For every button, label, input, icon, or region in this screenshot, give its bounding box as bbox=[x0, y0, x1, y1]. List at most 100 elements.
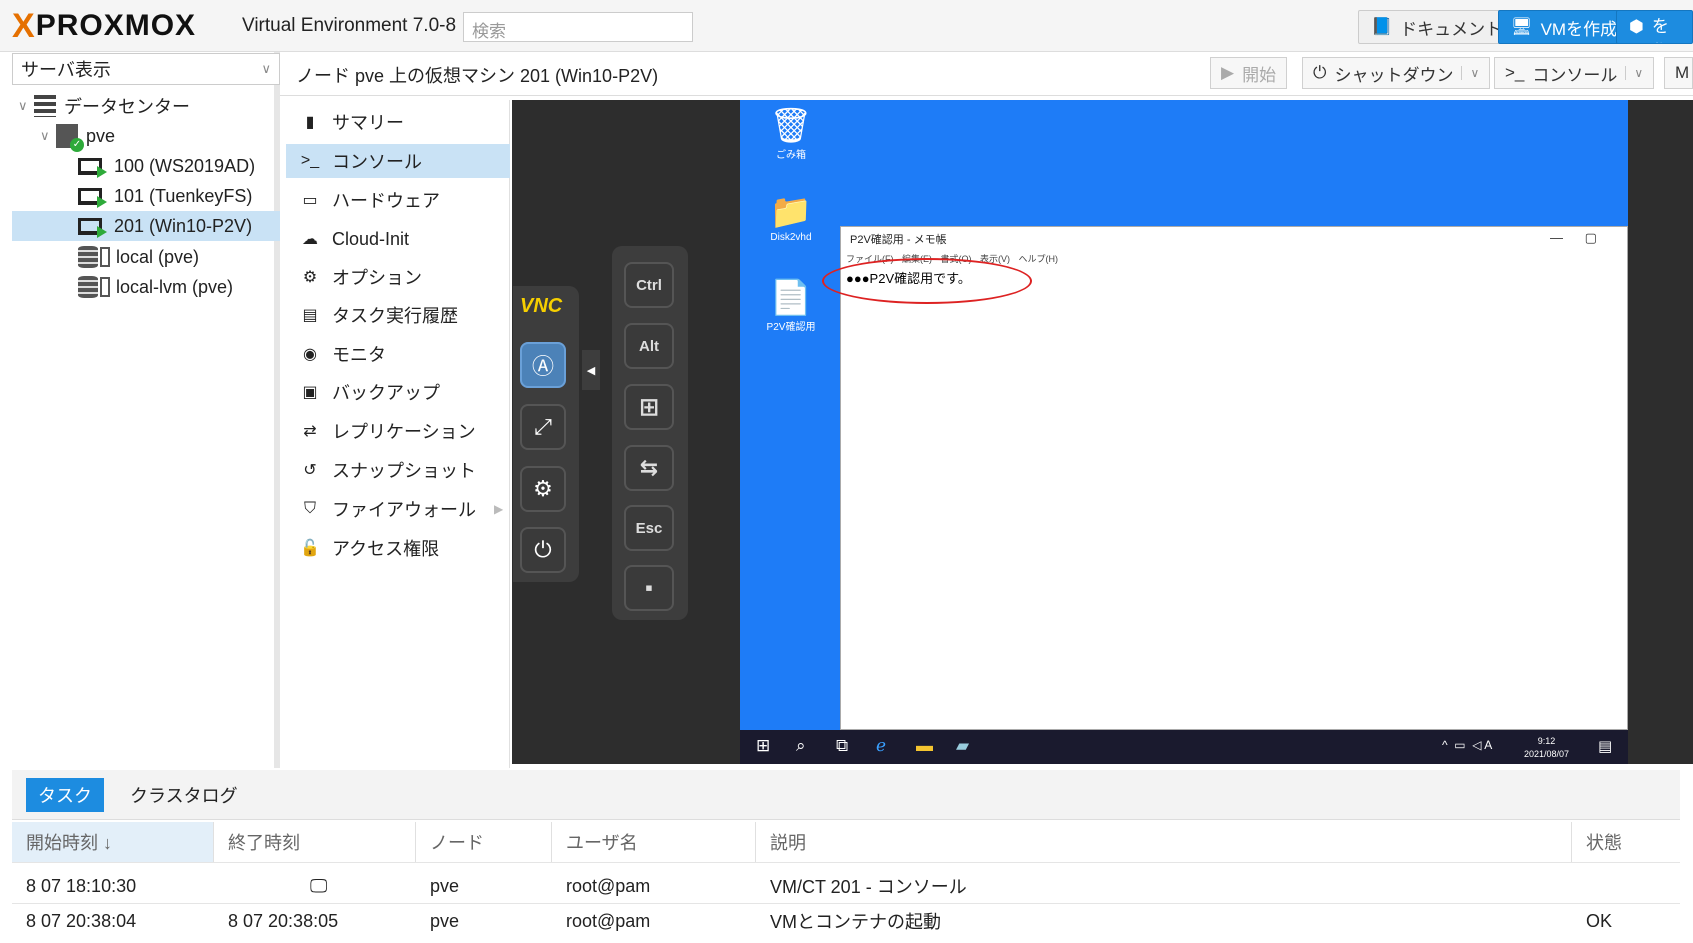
tab-cluster-log[interactable]: クラスタログ bbox=[130, 778, 238, 812]
nav-replication[interactable]: ⇄ レプリケーション bbox=[286, 414, 510, 448]
terminal-icon: >_ bbox=[1505, 63, 1525, 82]
keyboard-button[interactable]: Ⓐ bbox=[520, 342, 566, 388]
start-button[interactable]: ▶ 開始 bbox=[1210, 57, 1288, 89]
ctrl-key-button[interactable]: Ctrl bbox=[624, 262, 674, 308]
book-icon: 📘 bbox=[1371, 17, 1393, 36]
tree-item-node-pve[interactable]: ∨pve bbox=[12, 121, 280, 152]
header-divider bbox=[12, 862, 1680, 863]
esc-key-button[interactable]: Esc bbox=[624, 505, 674, 551]
nav-task-history[interactable]: ▤ タスク実行履歴 bbox=[286, 298, 510, 332]
tab-tasks[interactable]: タスク bbox=[26, 778, 104, 812]
column-header-node[interactable]: ノード bbox=[416, 822, 552, 862]
cell-end: 8 07 20:38:05 bbox=[228, 910, 339, 931]
windows-icon: ⊞ bbox=[638, 393, 660, 421]
nav-summary[interactable]: ▮ サマリー bbox=[286, 105, 510, 139]
task-view-icon[interactable]: ⧉ bbox=[836, 736, 848, 756]
tab-key-button[interactable]: ⇆ bbox=[624, 445, 674, 491]
chevron-right-icon: ▶ bbox=[494, 502, 504, 516]
more-button[interactable]: M bbox=[1664, 57, 1693, 89]
terminal-icon: >_ bbox=[300, 152, 320, 169]
column-header-end-time[interactable]: 終了時刻 bbox=[214, 822, 416, 862]
create-vm-button[interactable]: 🖥 VMを作成 bbox=[1498, 10, 1631, 44]
taskbar-clock[interactable]: 9:12 2021/08/07 bbox=[1524, 735, 1569, 761]
fullscreen-button[interactable]: ⤢ bbox=[520, 404, 566, 450]
vm-running-icon bbox=[78, 217, 107, 238]
search-input[interactable]: 検索 bbox=[463, 12, 693, 42]
cell-description: VMとコンテナの起動 bbox=[770, 912, 941, 932]
tree-item-vm-100[interactable]: 100 (WS2019AD) bbox=[12, 151, 280, 181]
nav-console[interactable]: >_ コンソール bbox=[286, 144, 510, 178]
play-icon: ▶ bbox=[1221, 63, 1235, 82]
desktop-icon-p2v-file[interactable]: 📄 P2V確認用 bbox=[751, 278, 831, 333]
create-ct-button[interactable]: ⬢CTを作 bbox=[1616, 10, 1693, 44]
tree-item-vm-101[interactable]: 101 (TuenkeyFS) bbox=[12, 181, 280, 211]
nav-firewall[interactable]: ⛉ ファイアウォール ▶ bbox=[286, 492, 510, 526]
page-title: ノード pve 上の仮想マシン 201 (Win10-P2V) bbox=[296, 66, 659, 86]
cell-user: root@pam bbox=[566, 875, 651, 896]
nav-monitor[interactable]: ◉ モニタ bbox=[286, 337, 510, 371]
list-icon: ▤ bbox=[302, 307, 318, 324]
column-header-description[interactable]: 説明 bbox=[756, 822, 1572, 862]
tab-icon: ⇆ bbox=[639, 455, 659, 480]
documentation-button[interactable]: 📘 ドキュメント bbox=[1358, 10, 1516, 44]
nav-cloud-init[interactable]: ☁ Cloud-Init bbox=[286, 222, 510, 256]
retweet-icon: ⇄ bbox=[303, 423, 317, 440]
desktop-icon-recycle-bin[interactable]: 🗑 ごみ箱 bbox=[751, 106, 831, 161]
desktop-icon: 🖥 bbox=[1511, 17, 1533, 36]
nav-options[interactable]: ⚙ オプション bbox=[286, 260, 510, 294]
cell-user: root@pam bbox=[566, 910, 651, 931]
column-header-user[interactable]: ユーザ名 bbox=[552, 822, 756, 862]
floppy-icon: ▣ bbox=[302, 384, 318, 401]
node-icon bbox=[56, 124, 84, 152]
ime-indicator: A bbox=[1484, 738, 1493, 752]
view-selector[interactable]: サーバ表示 ∨ bbox=[12, 53, 280, 85]
server-icon bbox=[34, 95, 56, 117]
gear-icon: ⚙ bbox=[302, 269, 318, 286]
highlight-ellipse bbox=[822, 258, 1032, 304]
keyboard-icon: Ⓐ bbox=[531, 354, 554, 379]
guest-taskbar bbox=[740, 730, 1628, 764]
product-version: Virtual Environment 7.0-8 bbox=[242, 15, 457, 36]
shutdown-button[interactable]: ⏻ シャットダウン ∨ bbox=[1302, 57, 1491, 89]
vm-running-icon bbox=[78, 157, 107, 178]
column-header-start-time[interactable]: 開始時刻 ↓ bbox=[12, 822, 214, 862]
cell-node: pve bbox=[430, 910, 460, 931]
table-row[interactable]: 8 07 18:10:30 🖵 pve root@pam VM/CT 201 -… bbox=[12, 869, 1680, 903]
windows-start-icon[interactable]: ⊞ bbox=[756, 736, 770, 756]
system-tray[interactable]: ^ ▭ ◁ A bbox=[1442, 738, 1492, 752]
bottom-tab-bar bbox=[12, 770, 1680, 820]
notification-icon[interactable]: ▤ bbox=[1598, 737, 1612, 755]
tree-item-storage-local-lvm[interactable]: local-lvm (pve) bbox=[12, 272, 280, 302]
alt-key-button[interactable]: Alt bbox=[624, 323, 674, 369]
edge-icon[interactable]: ℯ bbox=[876, 736, 886, 756]
recycle-bin-icon: 🗑 bbox=[769, 107, 813, 145]
nav-permissions[interactable]: 🔓 アクセス権限 bbox=[286, 531, 510, 565]
nav-snapshots[interactable]: ↺ スナップショット bbox=[286, 453, 510, 487]
tree-item-storage-local[interactable]: local (pve) bbox=[12, 242, 280, 272]
cloud-icon: ☁ bbox=[302, 231, 318, 248]
table-row[interactable]: 8 07 20:38:04 8 07 20:38:05 pve root@pam… bbox=[12, 904, 1680, 938]
notepad-taskbar-icon[interactable]: ▰ bbox=[956, 736, 969, 756]
book-icon: ▮ bbox=[305, 114, 315, 131]
power-icon: ⏻ bbox=[534, 537, 552, 562]
search-icon[interactable]: ⌕ bbox=[796, 736, 806, 756]
tree-item-datacenter[interactable]: ∨ データセンター bbox=[12, 91, 280, 121]
chevron-left-icon: ◀ bbox=[586, 364, 596, 377]
tree-item-vm-201[interactable]: 201 (Win10-P2V) bbox=[12, 211, 280, 241]
ctrl-alt-del-button[interactable]: ▪ bbox=[624, 565, 674, 611]
windows-key-button[interactable]: ⊞ bbox=[624, 384, 674, 430]
unlock-icon: 🔓 bbox=[300, 540, 320, 557]
novnc-collapse-handle[interactable]: ◀ bbox=[582, 350, 600, 390]
window-controls[interactable]: — ▢ bbox=[1550, 230, 1597, 246]
explorer-icon[interactable]: ▬ bbox=[916, 736, 933, 756]
storage-icon bbox=[78, 246, 98, 268]
console-button[interactable]: >_ コンソール ∨ bbox=[1494, 57, 1655, 89]
nav-hardware[interactable]: ▭ ハードウェア bbox=[286, 183, 510, 217]
settings-button[interactable]: ⚙ bbox=[520, 466, 566, 512]
column-header-status[interactable]: 状態 bbox=[1572, 822, 1680, 862]
power-button[interactable]: ⏻ bbox=[520, 527, 566, 573]
novnc-logo: VNC bbox=[520, 295, 563, 317]
nav-backup[interactable]: ▣ バックアップ bbox=[286, 375, 510, 409]
desktop-icon-disk2vhd[interactable]: 📁 Disk2vhd bbox=[751, 192, 831, 243]
proxmox-logo: X PROXMOX bbox=[12, 6, 197, 45]
